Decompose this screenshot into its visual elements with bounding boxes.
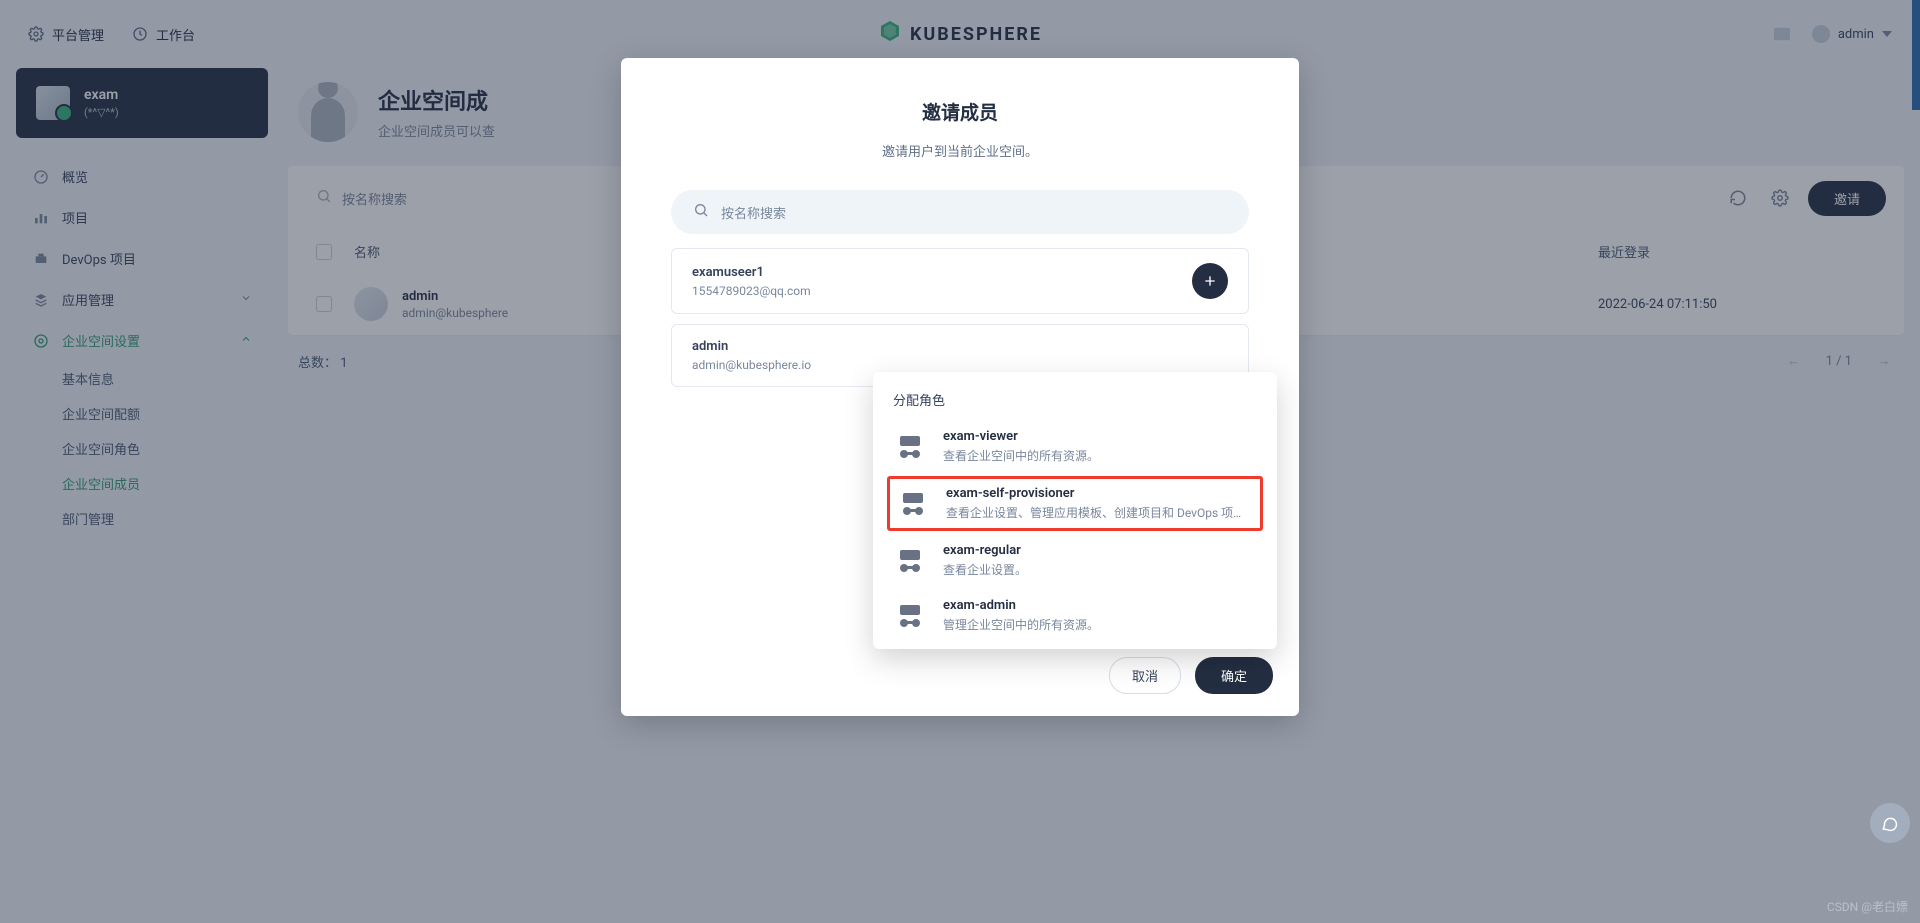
- modal-overlay[interactable]: 邀请成员 邀请用户到当前企业空间。 按名称搜索 examuseer1 15547…: [0, 0, 1920, 923]
- role-name: exam-regular: [943, 543, 1027, 558]
- invite-user-email: admin@kubesphere.io: [692, 358, 811, 372]
- modal-subtitle: 邀请用户到当前企业空间。: [621, 141, 1299, 160]
- invite-user-row: examuseer1 1554789023@qq.com: [671, 248, 1249, 314]
- invite-user-name: examuseer1: [692, 265, 811, 280]
- role-icon: [893, 546, 927, 576]
- modal-search-input[interactable]: 按名称搜索: [671, 190, 1249, 234]
- invite-user-email: 1554789023@qq.com: [692, 284, 811, 298]
- ok-button[interactable]: 确定: [1195, 657, 1273, 694]
- add-user-button[interactable]: [1192, 263, 1228, 299]
- role-icon: [896, 489, 930, 519]
- search-icon: [693, 202, 709, 222]
- role-name: exam-self-provisioner: [946, 486, 1241, 501]
- role-desc: 查看企业设置。: [943, 561, 1027, 578]
- invite-modal: 邀请成员 邀请用户到当前企业空间。 按名称搜索 examuseer1 15547…: [621, 58, 1299, 716]
- role-name: exam-admin: [943, 598, 1099, 613]
- role-dropdown-title: 分配角色: [873, 384, 1277, 419]
- modal-title: 邀请成员: [621, 58, 1299, 125]
- role-option-regular[interactable]: exam-regular 查看企业设置。: [873, 533, 1277, 588]
- role-icon: [893, 432, 927, 462]
- role-icon: [893, 601, 927, 631]
- help-fab[interactable]: [1870, 803, 1910, 843]
- modal-search-placeholder: 按名称搜索: [721, 203, 786, 222]
- highlighted-role: exam-self-provisioner 查看企业设置、管理应用模板、创建项目…: [887, 476, 1263, 531]
- role-name: exam-viewer: [943, 429, 1099, 444]
- role-option-self-provisioner[interactable]: exam-self-provisioner 查看企业设置、管理应用模板、创建项目…: [896, 486, 1254, 521]
- role-desc: 查看企业空间中的所有资源。: [943, 447, 1099, 464]
- cancel-button[interactable]: 取消: [1109, 657, 1181, 694]
- role-option-viewer[interactable]: exam-viewer 查看企业空间中的所有资源。: [873, 419, 1277, 474]
- role-desc: 管理企业空间中的所有资源。: [943, 616, 1099, 633]
- role-desc: 查看企业设置、管理应用模板、创建项目和 DevOps 项…: [946, 504, 1241, 521]
- invite-user-name: admin: [692, 339, 811, 354]
- watermark: CSDN @老白嫖: [1827, 898, 1908, 915]
- role-option-admin[interactable]: exam-admin 管理企业空间中的所有资源。: [873, 588, 1277, 643]
- role-dropdown: 分配角色 exam-viewer 查看企业空间中的所有资源。 exam-self…: [873, 372, 1277, 649]
